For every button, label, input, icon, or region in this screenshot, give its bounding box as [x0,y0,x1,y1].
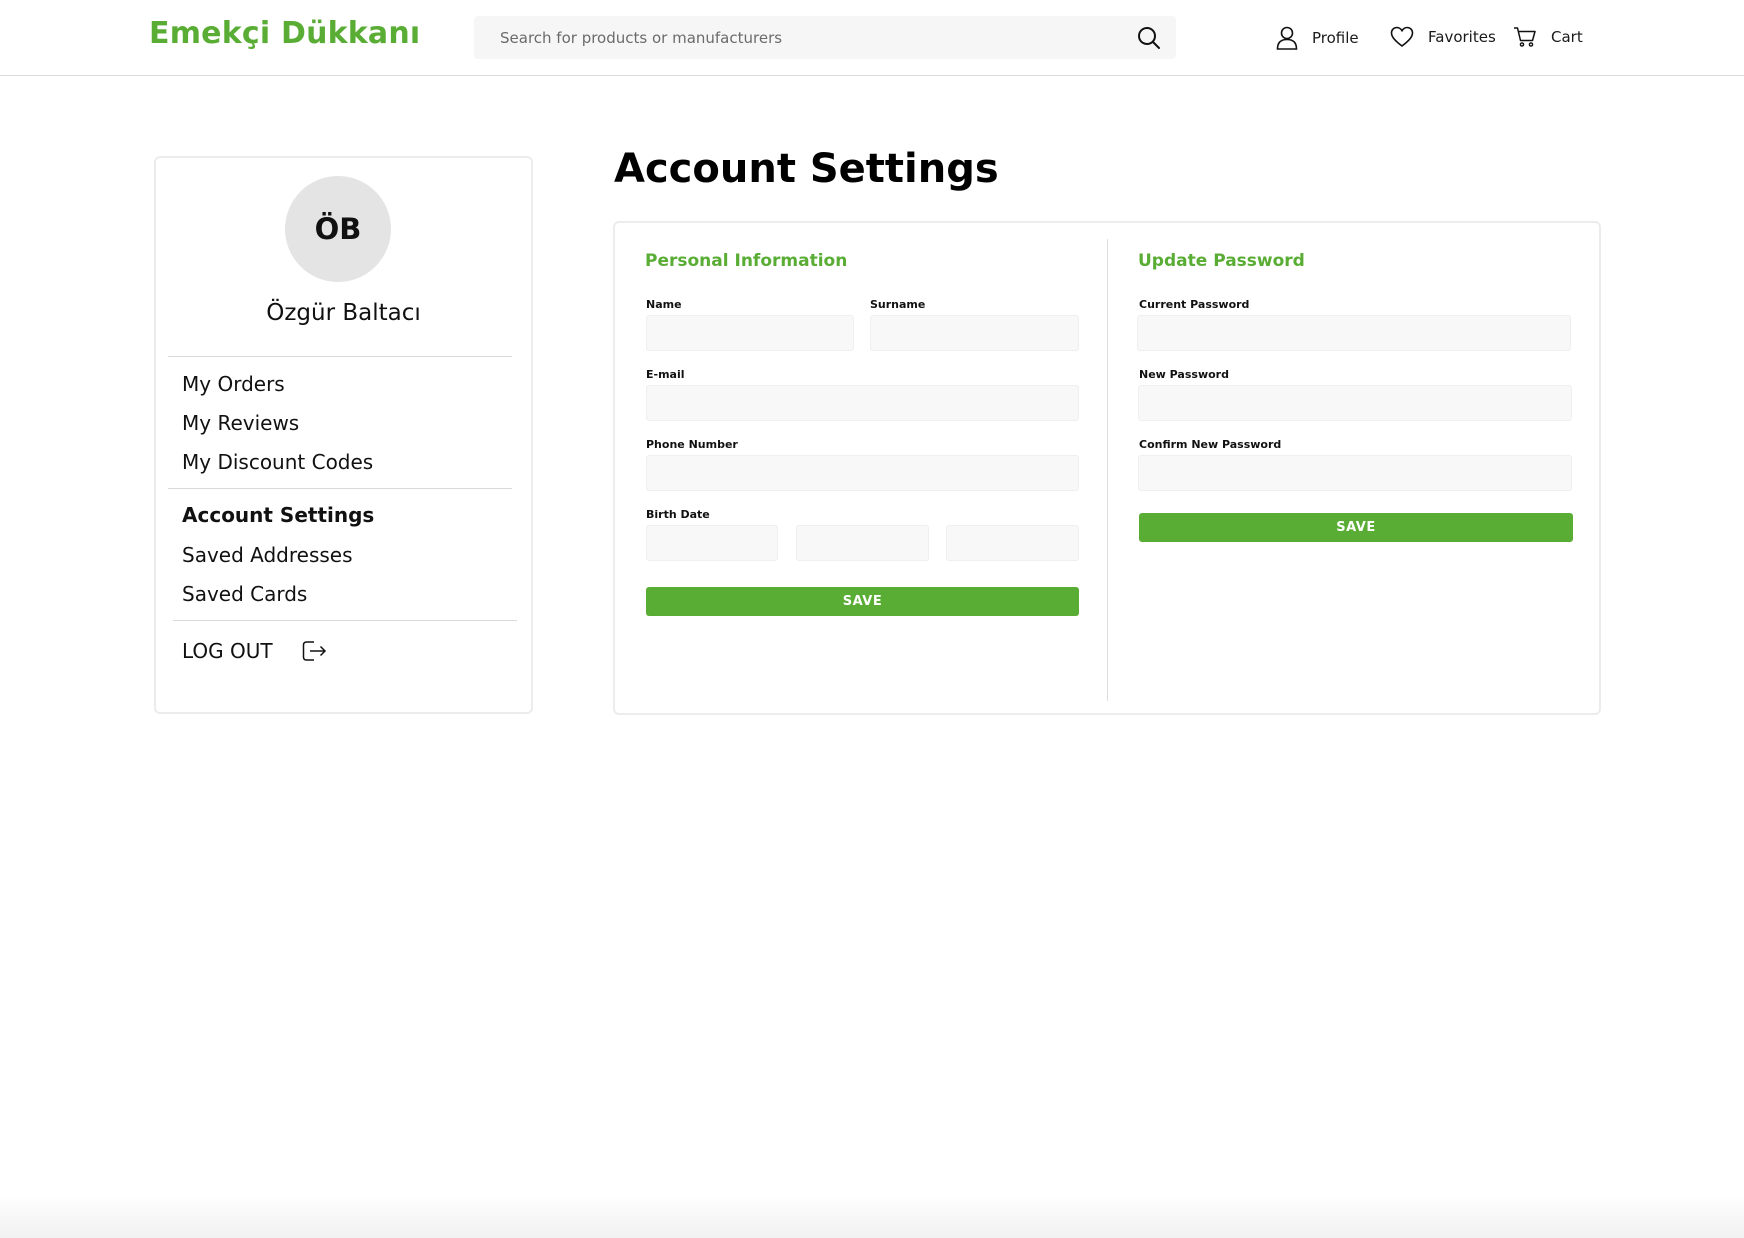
confirm-password-label: Confirm New Password [1139,438,1282,451]
sidebar-item-saved-addresses[interactable]: Saved Addresses [182,543,353,567]
sidebar-item-my-discount-codes[interactable]: My Discount Codes [182,450,373,474]
nav-favorites-label: Favorites [1428,28,1496,46]
search-bar [474,16,1176,59]
birth-month-field[interactable] [796,525,929,561]
sidebar-item-saved-cards[interactable]: Saved Cards [182,582,307,606]
phone-field[interactable] [646,455,1079,491]
store-logo[interactable]: Emekçi Dükkanı [149,16,420,51]
top-header: Emekçi Dükkanı Profile Favorites Cart [0,0,1744,76]
nav-profile-label: Profile [1312,29,1359,47]
avatar-initials: ÖB [314,212,362,246]
page-title: Account Settings [614,146,999,192]
sidebar-item-my-orders[interactable]: My Orders [182,372,285,396]
surname-label: Surname [870,298,926,311]
heart-icon [1390,26,1414,48]
cart-icon [1514,27,1536,47]
logout-button[interactable]: LOG OUT [182,638,327,664]
surname-field[interactable] [870,315,1079,351]
save-personal-info-button[interactable]: SAVE [646,587,1079,616]
nav-cart-label: Cart [1551,28,1583,46]
section-divider [1107,239,1108,701]
name-label: Name [646,298,682,311]
confirm-password-field[interactable] [1138,455,1572,491]
birth-date-label: Birth Date [646,508,710,521]
new-password-field[interactable] [1138,385,1572,421]
avatar: ÖB [285,176,391,282]
logout-label: LOG OUT [182,639,273,663]
email-field[interactable] [646,385,1079,421]
search-icon[interactable] [1136,25,1162,51]
current-password-label: Current Password [1139,298,1250,311]
birth-year-field[interactable] [946,525,1079,561]
settings-panel: Personal Information Name Surname E-mail… [613,221,1601,715]
birth-day-field[interactable] [646,525,778,561]
sidebar-item-account-settings[interactable]: Account Settings [182,503,374,527]
nav-profile-link[interactable]: Profile [1276,26,1359,50]
nav-favorites-link[interactable]: Favorites [1390,26,1496,48]
sidebar-divider [168,488,512,489]
user-name: Özgür Baltacı [266,300,421,326]
page-bottom-fade [0,1195,1744,1238]
name-field[interactable] [646,315,854,351]
personal-info-title: Personal Information [645,251,848,271]
user-icon [1276,26,1298,50]
nav-cart-link[interactable]: Cart [1513,26,1583,48]
update-password-title: Update Password [1138,251,1305,271]
current-password-field[interactable] [1137,315,1571,351]
sidebar-divider [173,620,517,621]
phone-label: Phone Number [646,438,738,451]
account-sidebar: ÖB Özgür Baltacı My Orders My Reviews My… [154,156,533,714]
save-password-button[interactable]: SAVE [1139,513,1573,542]
sidebar-item-my-reviews[interactable]: My Reviews [182,411,299,435]
logout-icon [302,641,326,661]
sidebar-divider [168,356,512,357]
email-label: E-mail [646,368,685,381]
search-input[interactable] [474,16,1114,59]
new-password-label: New Password [1139,368,1229,381]
